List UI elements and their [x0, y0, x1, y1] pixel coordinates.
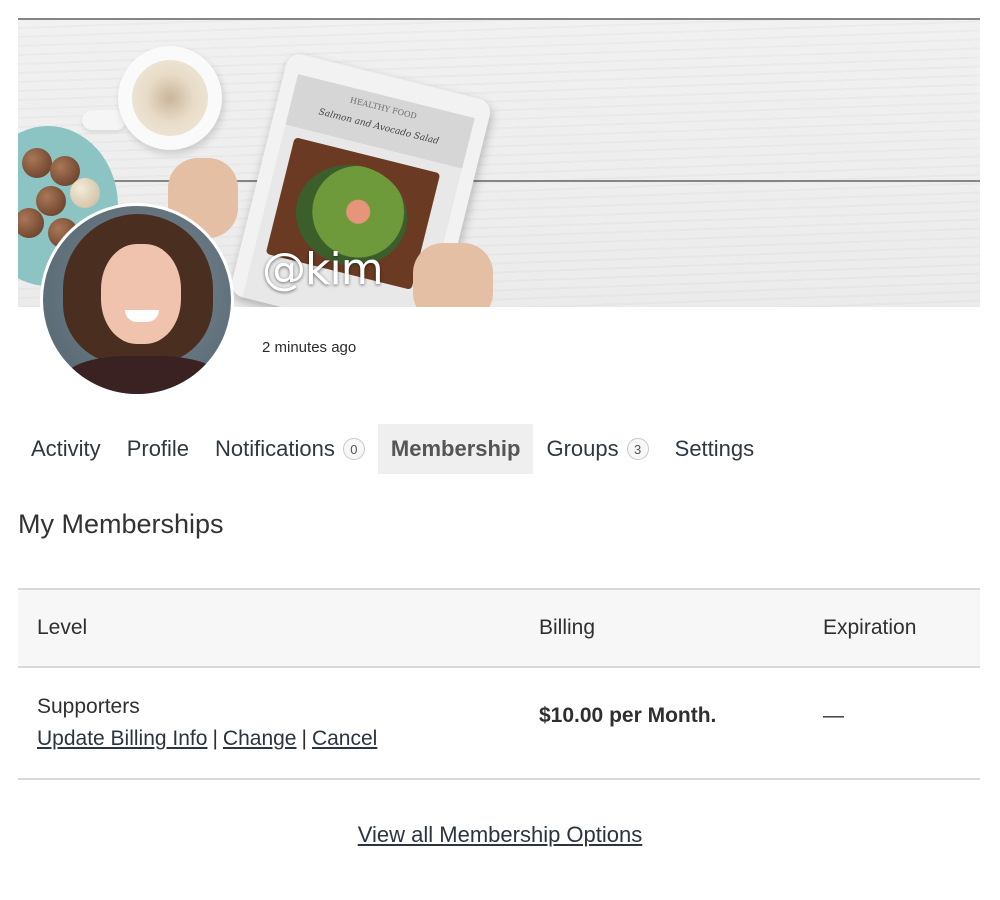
update-billing-info-link[interactable]: Update Billing Info — [37, 727, 207, 750]
groups-count-badge: 3 — [626, 438, 649, 460]
separator: | — [301, 727, 307, 750]
tab-label: Membership — [390, 436, 521, 461]
username-handle: @kim — [262, 244, 384, 295]
avatar[interactable] — [40, 203, 234, 397]
cancel-link[interactable]: Cancel — [312, 727, 377, 750]
last-active-time: 2 minutes ago — [262, 339, 357, 356]
tab-label: Settings — [674, 436, 755, 461]
tab-notifications[interactable]: Notifications 0 — [202, 424, 378, 474]
page-title: My Memberships — [18, 509, 224, 539]
plank-line — [18, 18, 980, 20]
column-header-level: Level — [18, 588, 539, 668]
memberships-table: Level Billing Expiration Supporters Upda… — [18, 588, 980, 780]
column-header-expiration: Expiration — [823, 588, 980, 668]
level-name: Supporters — [37, 695, 140, 718]
separator: | — [212, 727, 218, 750]
notifications-count-badge: 0 — [342, 438, 365, 460]
tab-label: Activity — [31, 436, 101, 461]
tab-groups[interactable]: Groups 3 — [533, 424, 661, 474]
change-link[interactable]: Change — [223, 727, 297, 750]
level-cell: Supporters Update Billing Info | Change | Ca… — [18, 667, 539, 780]
tab-activity[interactable]: Activity — [18, 424, 114, 474]
chocolate — [36, 186, 66, 216]
tab-label: Groups — [546, 436, 619, 461]
column-header-billing: Billing — [539, 588, 823, 668]
profile-tabs: Activity Profile Notifications 0 Members… — [18, 424, 767, 474]
tab-settings[interactable]: Settings — [662, 424, 768, 474]
billing-amount: $10.00 per Month. — [539, 704, 717, 727]
coffee-cup — [118, 46, 222, 150]
tab-label: Profile — [126, 436, 190, 461]
tab-membership[interactable]: Membership — [377, 424, 534, 474]
billing-cell: $10.00 per Month. — [539, 667, 823, 780]
tab-profile[interactable]: Profile — [114, 424, 202, 474]
avatar-face — [101, 244, 181, 344]
table-row: Supporters Update Billing Info | Change | Ca… — [18, 667, 980, 780]
expiration-value: — — [823, 704, 844, 727]
chocolate — [22, 148, 52, 178]
hand — [413, 243, 493, 307]
tab-label: Notifications — [215, 436, 335, 461]
expiration-cell: — — [823, 667, 980, 780]
chocolate — [70, 178, 100, 208]
plank-line — [18, 180, 980, 182]
avatar-jacket — [63, 356, 223, 394]
table-header-row: Level Billing Expiration — [18, 588, 980, 668]
view-all-membership-options-link[interactable]: View all Membership Options — [0, 822, 1000, 848]
